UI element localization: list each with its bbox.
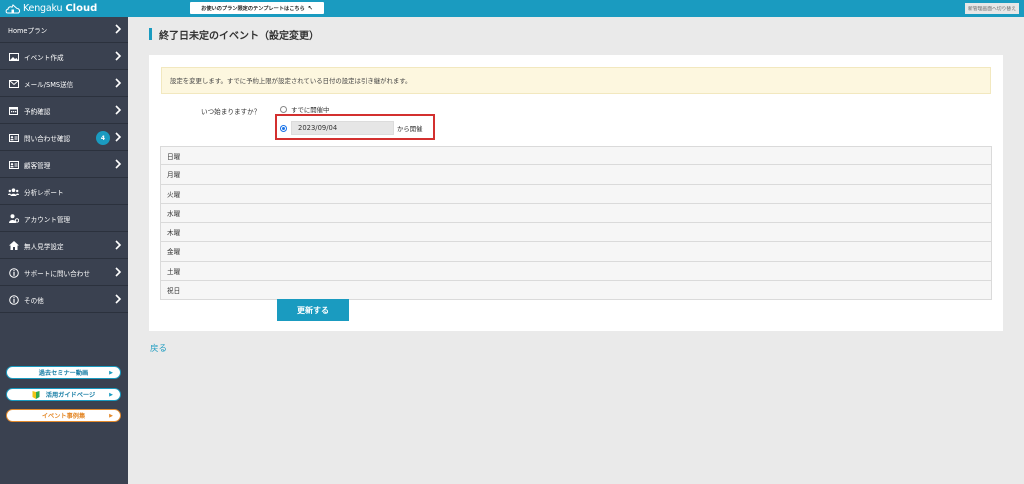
- app-logo[interactable]: Kengaku Cloud: [5, 2, 97, 15]
- sidebar-item-label: 顧客管理: [24, 161, 51, 170]
- start-question-label: いつ始まりますか？: [201, 108, 261, 116]
- chevron-right-icon: [115, 105, 122, 115]
- back-link[interactable]: 戻る: [150, 342, 167, 354]
- cursor-icon: ↖: [307, 4, 313, 12]
- calendar-icon: [8, 106, 19, 115]
- chevron-right-icon: [115, 240, 122, 250]
- radio-start-date[interactable]: [280, 124, 287, 132]
- start-date-suffix: から開催: [397, 124, 423, 133]
- weekday-row-thursday: 木曜: [160, 223, 992, 243]
- sidebar-item-label: その他: [24, 296, 44, 305]
- sidebar-item-support[interactable]: サポートに問い合わせ: [0, 260, 128, 286]
- home-icon: [8, 241, 19, 250]
- chevron-right-icon: [115, 24, 122, 34]
- weekday-row-holiday: 祝日: [160, 280, 992, 300]
- weekday-row-sunday: 日曜: [160, 146, 992, 166]
- weekday-label: 木曜: [167, 229, 181, 238]
- switch-admin-button[interactable]: 新管理画面へ切り替え: [965, 3, 1019, 14]
- notice-text: 設定を変更します。すでに予約上限が設定されている日付の設定は引き継がれます。: [170, 77, 412, 85]
- event-case-studies-button[interactable]: イベント事例集 ▶: [6, 409, 121, 422]
- weekday-label: 日曜: [167, 152, 181, 161]
- users-icon: [8, 187, 19, 196]
- weekday-row-tuesday: 火曜: [160, 184, 992, 204]
- sidebar-item-label: Homeプラン: [8, 26, 48, 35]
- play-triangle-icon: ▶: [109, 392, 113, 398]
- chevron-right-icon: [115, 132, 122, 142]
- top-bar: Kengaku Cloud お使いのプラン限定のテンプレートはこちら ↖ 新管理…: [0, 0, 1024, 17]
- sidebar-item-label: 問い合わせ確認: [24, 134, 71, 143]
- weekday-settings-table: 日曜 月曜 火曜 水曜 木曜 金曜 土曜 祝日: [160, 146, 992, 300]
- template-banner-link[interactable]: お使いのプラン限定のテンプレートはこちら ↖: [190, 2, 324, 14]
- sidebar: Homeプラン イベント作成 メール/SMS送信 予約確認 問い合わせ確認 4: [0, 17, 128, 484]
- weekday-row-friday: 金曜: [160, 242, 992, 262]
- past-seminar-videos-button[interactable]: 過去セミナー動画 ▶: [6, 366, 121, 379]
- weekday-row-wednesday: 水曜: [160, 203, 992, 223]
- id-card-icon: [8, 133, 19, 142]
- radio-already-running[interactable]: [280, 106, 287, 113]
- usage-guide-button[interactable]: 活用ガイドページ ▶: [6, 388, 121, 401]
- page-title: 終了日未定のイベント（設定変更）: [149, 28, 319, 42]
- sidebar-item-other[interactable]: その他: [0, 287, 128, 313]
- update-button[interactable]: 更新する: [277, 299, 349, 321]
- option-already-running[interactable]: すでに開催中: [280, 105, 329, 114]
- weekday-label: 金曜: [167, 248, 181, 257]
- beginner-mark-icon: [32, 390, 40, 399]
- weekday-label: 水曜: [167, 209, 181, 218]
- sidebar-item-label: サポートに問い合わせ: [24, 269, 90, 278]
- weekday-label: 土曜: [167, 267, 181, 276]
- sidebar-item-reservations[interactable]: 予約確認: [0, 98, 128, 124]
- cloud-house-icon: [5, 4, 21, 14]
- logo-text-light: Kengaku: [23, 3, 63, 14]
- user-gear-icon: [8, 214, 19, 223]
- sidebar-item-label: メール/SMS送信: [24, 80, 74, 89]
- sidebar-item-label: 無人見学設定: [24, 242, 64, 251]
- option-start-date[interactable]: 2023/09/04 から開催: [280, 121, 423, 135]
- play-triangle-icon: ▶: [109, 413, 113, 419]
- sidebar-item-home-plan[interactable]: Homeプラン: [0, 17, 128, 43]
- chevron-right-icon: [115, 159, 122, 169]
- chevron-right-icon: [115, 294, 122, 304]
- weekday-row-saturday: 土曜: [160, 261, 992, 281]
- chevron-right-icon: [115, 267, 122, 277]
- envelope-icon: [8, 79, 19, 88]
- option-already-running-label: すでに開催中: [291, 106, 330, 114]
- sidebar-item-label: 予約確認: [24, 107, 51, 116]
- start-date-input[interactable]: 2023/09/04: [291, 121, 394, 135]
- page-title-text: 終了日未定のイベント（設定変更）: [159, 30, 319, 42]
- info-circle-icon: [8, 267, 19, 278]
- chevron-right-icon: [115, 78, 122, 88]
- image-icon: [8, 52, 19, 61]
- weekday-row-monday: 月曜: [160, 165, 992, 185]
- usage-guide-label: 活用ガイドページ: [45, 392, 96, 399]
- sidebar-item-mail-sms[interactable]: メール/SMS送信: [0, 71, 128, 97]
- switch-admin-label: 新管理画面へ切り替え: [968, 7, 1016, 12]
- template-banner-label: お使いのプラン限定のテンプレートはこちら: [201, 5, 305, 12]
- sidebar-item-inquiries[interactable]: 問い合わせ確認 4: [0, 125, 128, 151]
- update-button-label: 更新する: [297, 305, 329, 315]
- weekday-label: 月曜: [167, 171, 181, 180]
- logo-text-bold: Cloud: [65, 3, 98, 14]
- past-seminar-videos-label: 過去セミナー動画: [38, 370, 89, 377]
- settings-panel: 設定を変更します。すでに予約上限が設定されている日付の設定は引き継がれます。 い…: [149, 55, 1003, 331]
- play-triangle-icon: ▶: [109, 370, 113, 376]
- sidebar-item-label: アカウント管理: [24, 215, 71, 224]
- id-card-icon: [8, 160, 19, 169]
- sidebar-item-account[interactable]: アカウント管理: [0, 206, 128, 232]
- info-circle-icon: [8, 294, 19, 305]
- inquiry-count-badge: 4: [96, 131, 110, 145]
- chevron-right-icon: [115, 51, 122, 61]
- sidebar-item-label: 分析レポート: [24, 188, 64, 197]
- sidebar-item-create-event[interactable]: イベント作成: [0, 44, 128, 70]
- sidebar-item-customers[interactable]: 顧客管理: [0, 152, 128, 178]
- sidebar-item-label: イベント作成: [24, 53, 64, 62]
- weekday-label: 祝日: [167, 286, 181, 295]
- notice-banner: 設定を変更します。すでに予約上限が設定されている日付の設定は引き継がれます。: [161, 67, 991, 94]
- event-case-studies-label: イベント事例集: [41, 413, 86, 420]
- sidebar-item-unmanned-tour[interactable]: 無人見学設定: [0, 233, 128, 259]
- weekday-label: 火曜: [167, 190, 181, 199]
- sidebar-item-analytics[interactable]: 分析レポート: [0, 179, 128, 205]
